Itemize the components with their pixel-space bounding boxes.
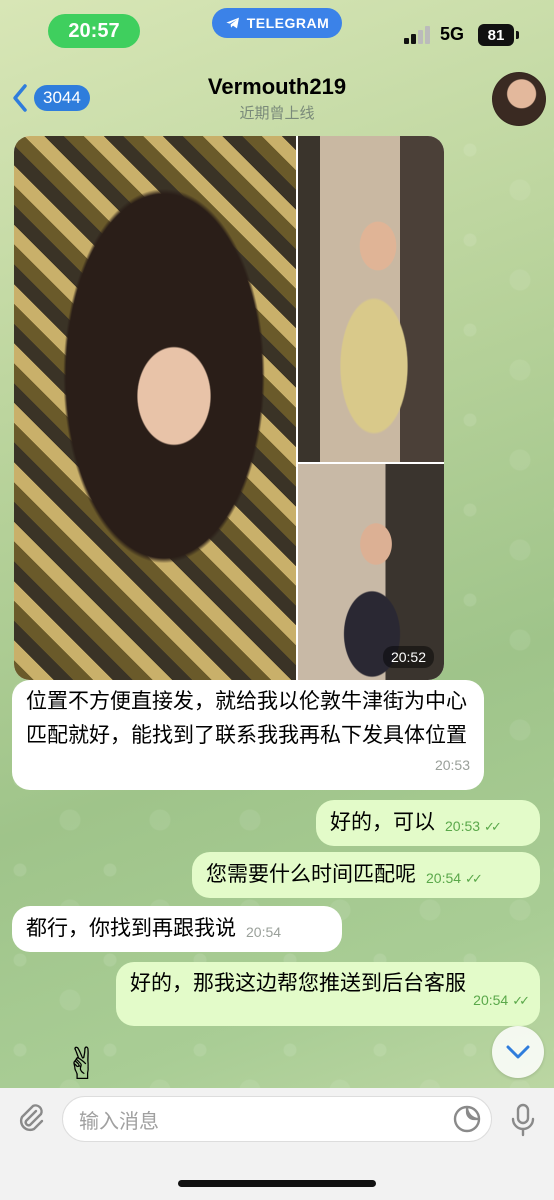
paperclip-icon[interactable]	[14, 1102, 48, 1136]
network-type: 5G	[440, 24, 465, 44]
read-receipt-icon: ✓✓	[512, 993, 530, 1008]
battery-icon: 81	[478, 24, 519, 46]
microphone-icon[interactable]	[508, 1102, 538, 1138]
battery-level: 81	[487, 26, 505, 44]
chevron-down-icon	[506, 1045, 530, 1059]
active-app-label: TELEGRAM	[246, 15, 330, 31]
album-photo-1[interactable]	[14, 136, 296, 680]
message-bubble-incoming[interactable]: 位置不方便直接发，就给我以伦敦牛津街为中心匹配就好，能找到了联系我我再私下发具体…	[12, 680, 484, 790]
message-bubble-outgoing[interactable]: 您需要什么时间匹配呢 20:54 ✓✓	[192, 852, 540, 898]
message-text: 都行，你找到再跟我说	[26, 916, 236, 940]
home-indicator[interactable]	[178, 1180, 376, 1187]
message-time: 20:54	[246, 924, 282, 940]
message-time: 20:53	[445, 818, 481, 834]
message-time: 20:53	[434, 757, 470, 773]
album-photo-2[interactable]	[298, 136, 444, 462]
telegram-plane-icon	[226, 17, 239, 29]
read-receipt-icon: ✓✓	[465, 871, 483, 886]
message-text: 位置不方便直接发，就给我以伦敦牛津街为中心匹配就好，能找到了联系我我再私下发具体…	[26, 689, 467, 747]
signal-strength-icon	[404, 26, 432, 44]
read-receipt-icon: ✓✓	[484, 819, 502, 834]
media-album: 20:52	[14, 136, 444, 680]
message-input-placeholder: 输入消息	[79, 1108, 159, 1133]
message-text: 您需要什么时间匹配呢	[206, 862, 416, 886]
avatar[interactable]	[492, 72, 546, 126]
chat-title[interactable]: Vermouth219	[0, 74, 554, 100]
message-input[interactable]: 输入消息	[62, 1096, 492, 1142]
chat-header: 3044 Vermouth219 近期曾上线	[0, 60, 554, 132]
message-bubble-outgoing[interactable]: 好的，可以 20:53 ✓✓	[316, 800, 540, 846]
message-time: 20:54	[473, 992, 509, 1008]
sticker-icon[interactable]	[452, 1104, 482, 1134]
message-bubble-outgoing[interactable]: 好的，那我这边帮您推送到后台客服 20:54 ✓✓	[116, 962, 540, 1026]
album-timestamp: 20:52	[382, 646, 434, 668]
scroll-to-bottom-button[interactable]	[492, 1026, 544, 1078]
message-bubble-incoming[interactable]: 都行，你找到再跟我说 20:54	[12, 906, 342, 952]
album-photo-3[interactable]: 20:52	[298, 464, 444, 680]
last-seen-status: 近期曾上线	[239, 104, 315, 122]
message-text: 好的，那我这边帮您推送到后台客服	[130, 971, 466, 995]
message-time: 20:54	[426, 870, 462, 886]
status-bar: 20:57 TELEGRAM 5G 81	[0, 0, 554, 60]
message-meta: 20:54 ✓✓	[473, 983, 530, 1018]
victory-hand-sticker[interactable]: ✌	[64, 1040, 144, 1090]
message-text: 好的，可以	[330, 810, 435, 834]
status-time[interactable]: 20:57	[48, 14, 140, 48]
active-app-pill[interactable]: TELEGRAM	[212, 8, 342, 38]
